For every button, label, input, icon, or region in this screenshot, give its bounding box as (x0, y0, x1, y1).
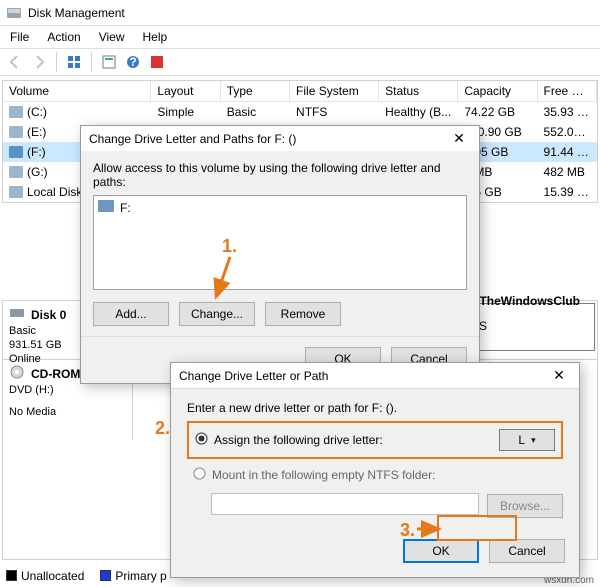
dialog-title[interactable]: Change Drive Letter or Path ✕ (171, 363, 579, 389)
radio-checked-icon (195, 432, 208, 448)
watermark-text: TheWindowsClub (479, 294, 580, 308)
close-icon[interactable]: ✕ (447, 130, 471, 147)
browse-button: Browse... (487, 494, 563, 518)
col-free[interactable]: Free Spa... (538, 81, 597, 101)
cell: Healthy (B... (379, 102, 458, 122)
radio-unchecked-icon (193, 467, 206, 483)
radio-label: Mount in the following empty NTFS folder… (212, 468, 435, 482)
cell: Local Disk (27, 185, 82, 199)
cell: 74.22 GB (458, 102, 537, 122)
legend-unallocated: Unallocated (6, 569, 84, 583)
help-icon[interactable]: ? (122, 51, 144, 73)
drive-icon (98, 200, 114, 215)
cell: 15.39 GB (538, 182, 597, 202)
menu-view[interactable]: View (91, 28, 133, 46)
svg-text:?: ? (129, 55, 136, 69)
cd-icon (9, 364, 25, 383)
col-volume[interactable]: Volume (3, 81, 151, 101)
volume-icon (9, 106, 23, 118)
toolbar-sep (91, 52, 92, 72)
volume-icon (9, 146, 23, 158)
volume-icon (9, 126, 23, 138)
volume-icon (9, 186, 23, 198)
toolbar: ? (0, 48, 600, 76)
cell: Basic (221, 102, 290, 122)
dialog-title-text: Change Drive Letter or Path (179, 369, 328, 383)
col-status[interactable]: Status (379, 81, 458, 101)
disk-name: Disk 0 (31, 308, 66, 322)
refresh-icon[interactable] (63, 51, 85, 73)
table-row[interactable]: (C:) Simple Basic NTFS Healthy (B... 74.… (3, 102, 597, 122)
window-titlebar: Disk Management (0, 0, 600, 26)
cell: 482 MB (538, 162, 597, 182)
dialog-prompt: Enter a new drive letter or path for F: … (187, 401, 563, 415)
col-layout[interactable]: Layout (151, 81, 220, 101)
volume-header: Volume Layout Type File System Status Ca… (3, 81, 597, 102)
cell: (E:) (27, 125, 46, 139)
col-filesystem[interactable]: File System (290, 81, 379, 101)
radio-label: Assign the following drive letter: (214, 433, 383, 447)
disk-icon (6, 5, 22, 21)
remove-button[interactable]: Remove (265, 302, 341, 326)
change-letter-dialog: Change Drive Letter or Path ✕ Enter a ne… (170, 362, 580, 578)
window-title: Disk Management (28, 6, 125, 20)
change-paths-dialog: Change Drive Letter and Paths for F: () … (80, 125, 480, 384)
cd-status: No Media (9, 405, 126, 419)
radio-assign-letter[interactable]: Assign the following drive letter: L ▾ (189, 425, 561, 455)
radio-mount-folder[interactable]: Mount in the following empty NTFS folder… (187, 463, 563, 487)
cell: 91.44 GB (538, 142, 597, 162)
cell: 35.93 GB (538, 102, 597, 122)
assign-row-highlight: Assign the following drive letter: L ▾ (187, 421, 563, 459)
add-button[interactable]: Add... (93, 302, 169, 326)
dialog-hint: Allow access to this volume by using the… (93, 161, 467, 189)
cell: (F:) (27, 145, 46, 159)
select-value: L (518, 433, 525, 447)
cell: (C:) (27, 105, 47, 119)
cell: Simple (151, 102, 220, 122)
change-button[interactable]: Change... (179, 302, 255, 326)
legend: Unallocated Primary p (6, 569, 167, 583)
close-icon[interactable]: ✕ (547, 367, 571, 384)
ok-button[interactable]: OK (403, 539, 479, 563)
cell: (G:) (27, 165, 48, 179)
menu-file[interactable]: File (2, 28, 37, 46)
dialog-title[interactable]: Change Drive Letter and Paths for F: () … (81, 126, 479, 151)
menubar: File Action View Help (0, 26, 600, 48)
legend-primary: Primary p (100, 569, 166, 583)
menu-action[interactable]: Action (39, 28, 88, 46)
col-type[interactable]: Type (221, 81, 290, 101)
cell: 552.00 GB (538, 122, 597, 142)
paths-list[interactable]: F: (93, 195, 467, 290)
cancel-button[interactable]: Cancel (489, 539, 565, 563)
nav-back-icon (4, 51, 26, 73)
menu-help[interactable]: Help (135, 28, 176, 46)
props-icon[interactable] (98, 51, 120, 73)
action-icon[interactable] (146, 51, 168, 73)
disk-icon (9, 305, 25, 324)
nav-fwd-icon (28, 51, 50, 73)
cd-sub: DVD (H:) (9, 383, 126, 397)
list-item-label: F: (120, 201, 131, 215)
cell: NTFS (290, 102, 379, 122)
drive-letter-select[interactable]: L ▾ (499, 429, 555, 451)
col-capacity[interactable]: Capacity (458, 81, 537, 101)
dialog-title-text: Change Drive Letter and Paths for F: () (89, 132, 296, 146)
volume-icon (9, 166, 23, 178)
list-item[interactable]: F: (98, 200, 462, 215)
chevron-down-icon: ▾ (531, 435, 536, 446)
toolbar-sep (56, 52, 57, 72)
mount-path-input[interactable] (211, 493, 479, 515)
